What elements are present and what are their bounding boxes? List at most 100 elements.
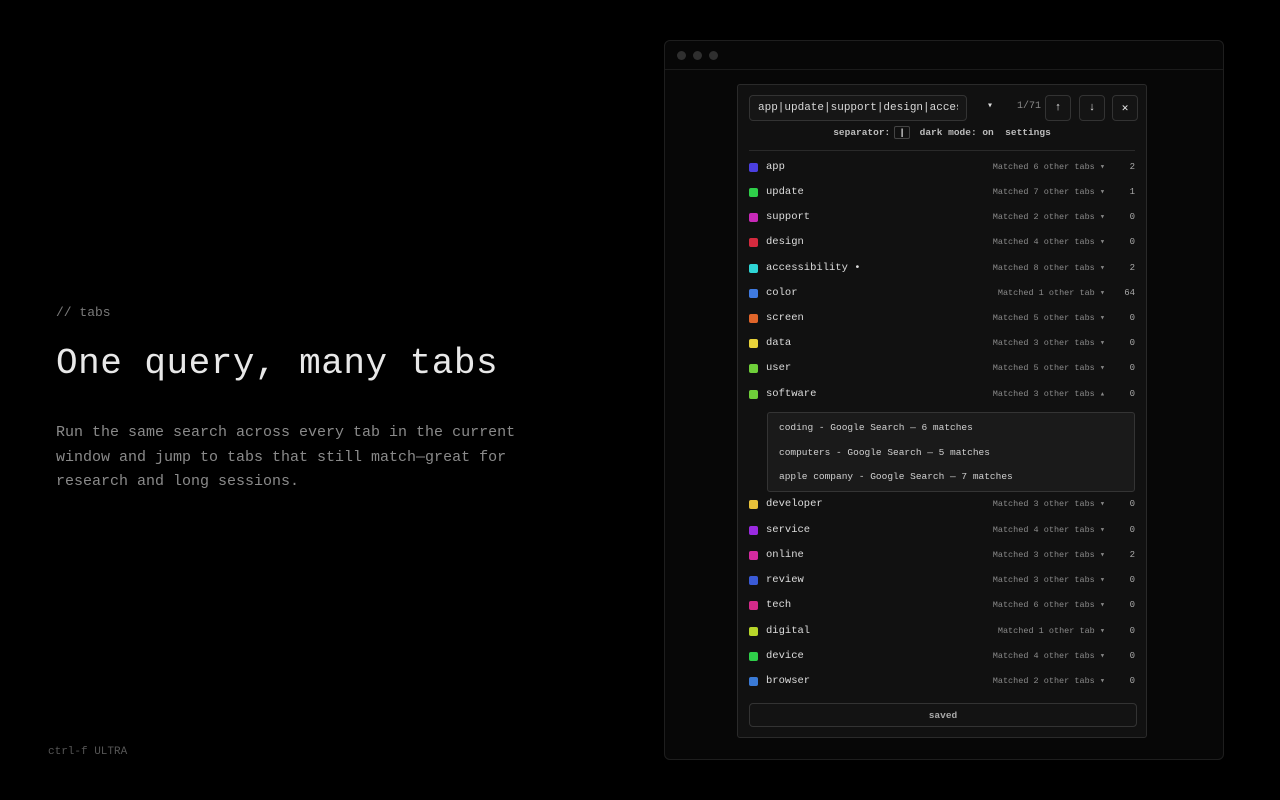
match-count: 2 xyxy=(1129,162,1135,172)
color-swatch-icon[interactable] xyxy=(749,238,758,247)
matched-tabs-dropdown[interactable]: Matched 1 other tab ▾ xyxy=(998,626,1105,636)
term-label: service xyxy=(766,524,811,536)
match-count: 0 xyxy=(1129,575,1135,585)
matched-tab-item[interactable]: coding - Google Search — 6 matches xyxy=(779,422,973,433)
term-row[interactable]: app Matched 6 other tabs ▾ 2 xyxy=(749,156,1135,181)
color-swatch-icon[interactable] xyxy=(749,339,758,348)
term-row[interactable]: data Matched 3 other tabs ▾ 0 xyxy=(749,332,1135,357)
matched-tabs-dropdown[interactable]: Matched 8 other tabs ▾ xyxy=(993,263,1105,273)
term-row[interactable]: screen Matched 5 other tabs ▾ 0 xyxy=(749,307,1135,332)
matched-tab-item[interactable]: computers - Google Search — 5 matches xyxy=(779,447,990,458)
matched-tabs-dropdown[interactable]: Matched 6 other tabs ▾ xyxy=(993,600,1105,610)
term-label: screen xyxy=(766,312,804,324)
color-swatch-icon[interactable] xyxy=(749,289,758,298)
window-dot-maximize-icon[interactable] xyxy=(709,51,718,60)
browser-window: ▾ 1/71 ↑ ↓ ✕ separator:| dark mode: on s… xyxy=(664,40,1224,760)
color-swatch-icon[interactable] xyxy=(749,627,758,636)
match-count: 0 xyxy=(1129,600,1135,610)
color-swatch-icon[interactable] xyxy=(749,652,758,661)
term-row[interactable]: support Matched 2 other tabs ▾ 0 xyxy=(749,206,1135,231)
color-swatch-icon[interactable] xyxy=(749,576,758,585)
color-swatch-icon[interactable] xyxy=(749,601,758,610)
term-row[interactable]: digital Matched 1 other tab ▾ 0 xyxy=(749,620,1135,645)
matched-tabs-dropdown[interactable]: Matched 3 other tabs ▾ xyxy=(993,499,1105,509)
divider xyxy=(749,150,1135,151)
matched-tabs-dropdown[interactable]: Matched 3 other tabs ▴ xyxy=(993,389,1105,399)
term-row[interactable]: online Matched 3 other tabs ▾ 2 xyxy=(749,544,1135,569)
window-dot-minimize-icon[interactable] xyxy=(693,51,702,60)
term-row[interactable]: accessibility • Matched 8 other tabs ▾ 2 xyxy=(749,257,1135,282)
matched-tabs-dropdown[interactable]: Matched 5 other tabs ▾ xyxy=(993,313,1105,323)
color-swatch-icon[interactable] xyxy=(749,526,758,535)
matched-tabs-dropdown[interactable]: Matched 1 other tab ▾ xyxy=(998,288,1105,298)
settings-link[interactable]: settings xyxy=(1005,127,1051,138)
matched-tabs-dropdown[interactable]: Matched 4 other tabs ▾ xyxy=(993,651,1105,661)
term-label: browser xyxy=(766,675,811,687)
match-count: 1 xyxy=(1129,187,1135,197)
matched-tabs-dropdown[interactable]: Matched 2 other tabs ▾ xyxy=(993,212,1105,222)
color-swatch-icon[interactable] xyxy=(749,364,758,373)
matched-tabs-dropdown[interactable]: Matched 2 other tabs ▾ xyxy=(993,676,1105,686)
saved-button[interactable]: saved xyxy=(749,703,1137,727)
term-label: user xyxy=(766,362,792,374)
separator-label: separator: xyxy=(833,127,891,138)
term-row[interactable]: update Matched 7 other tabs ▾ 1 xyxy=(749,181,1135,206)
match-count: 0 xyxy=(1129,363,1135,373)
term-label: data xyxy=(766,337,792,349)
history-dropdown-icon[interactable]: ▾ xyxy=(987,100,993,112)
page-description: Run the same search across every tab in … xyxy=(56,424,516,490)
match-count: 0 xyxy=(1129,651,1135,661)
close-button[interactable]: ✕ xyxy=(1112,95,1138,121)
color-swatch-icon[interactable] xyxy=(749,213,758,222)
match-count: 64 xyxy=(1124,288,1135,298)
matched-tabs-dropdown[interactable]: Matched 3 other tabs ▾ xyxy=(993,338,1105,348)
previous-match-button[interactable]: ↑ xyxy=(1045,95,1071,121)
match-count: 0 xyxy=(1129,499,1135,509)
matched-tabs-dropdown[interactable]: Matched 7 other tabs ▾ xyxy=(993,187,1105,197)
match-count: 0 xyxy=(1129,212,1135,222)
term-row[interactable]: service Matched 4 other tabs ▾ 0 xyxy=(749,519,1135,544)
match-count: 0 xyxy=(1129,338,1135,348)
matched-tabs-dropdown[interactable]: Matched 6 other tabs ▾ xyxy=(993,162,1105,172)
matched-tabs-dropdown[interactable]: Matched 5 other tabs ▾ xyxy=(993,363,1105,373)
color-swatch-icon[interactable] xyxy=(749,390,758,399)
arrow-up-icon: ↑ xyxy=(1054,102,1062,114)
term-row[interactable]: design Matched 4 other tabs ▾ 0 xyxy=(749,231,1135,256)
color-swatch-icon[interactable] xyxy=(749,551,758,560)
term-row[interactable]: developer Matched 3 other tabs ▾ 0 xyxy=(749,493,1135,518)
term-row[interactable]: tech Matched 6 other tabs ▾ 0 xyxy=(749,594,1135,619)
color-swatch-icon[interactable] xyxy=(749,500,758,509)
term-row[interactable]: browser Matched 2 other tabs ▾ 0 xyxy=(749,670,1135,695)
search-bar: ▾ 1/71 ↑ ↓ ✕ xyxy=(749,95,1138,121)
term-label: developer xyxy=(766,498,823,510)
term-row[interactable]: review Matched 3 other tabs ▾ 0 xyxy=(749,569,1135,594)
next-match-button[interactable]: ↓ xyxy=(1079,95,1105,121)
term-row[interactable]: user Matched 5 other tabs ▾ 0 xyxy=(749,357,1135,382)
expanded-tab-list: coding - Google Search — 6 matches compu… xyxy=(767,412,1135,492)
match-count: 0 xyxy=(1129,389,1135,399)
term-label: support xyxy=(766,211,811,223)
color-swatch-icon[interactable] xyxy=(749,163,758,172)
search-input[interactable] xyxy=(749,95,967,121)
color-swatch-icon[interactable] xyxy=(749,677,758,686)
matched-tabs-dropdown[interactable]: Matched 3 other tabs ▾ xyxy=(993,575,1105,585)
match-count: 2 xyxy=(1129,550,1135,560)
color-swatch-icon[interactable] xyxy=(749,188,758,197)
term-label: online xyxy=(766,549,804,561)
page-title: One query, many tabs xyxy=(56,343,499,384)
separator-input[interactable]: | xyxy=(894,126,910,139)
matched-tabs-dropdown[interactable]: Matched 3 other tabs ▾ xyxy=(993,550,1105,560)
term-row[interactable]: device Matched 4 other tabs ▾ 0 xyxy=(749,645,1135,670)
term-row[interactable]: software Matched 3 other tabs ▴ 0 xyxy=(749,383,1135,408)
color-swatch-icon[interactable] xyxy=(749,264,758,273)
matched-tabs-dropdown[interactable]: Matched 4 other tabs ▾ xyxy=(993,237,1105,247)
term-label: review xyxy=(766,574,804,586)
dark-mode-toggle[interactable]: dark mode: on xyxy=(920,127,994,138)
color-swatch-icon[interactable] xyxy=(749,314,758,323)
term-row[interactable]: color Matched 1 other tab ▾ 64 xyxy=(749,282,1135,307)
matched-tabs-dropdown[interactable]: Matched 4 other tabs ▾ xyxy=(993,525,1105,535)
matched-tab-item[interactable]: apple company - Google Search — 7 matche… xyxy=(779,471,1013,482)
window-dot-close-icon[interactable] xyxy=(677,51,686,60)
brand-footer: ctrl-f ULTRA xyxy=(48,746,128,758)
find-panel: ▾ 1/71 ↑ ↓ ✕ separator:| dark mode: on s… xyxy=(737,84,1147,738)
